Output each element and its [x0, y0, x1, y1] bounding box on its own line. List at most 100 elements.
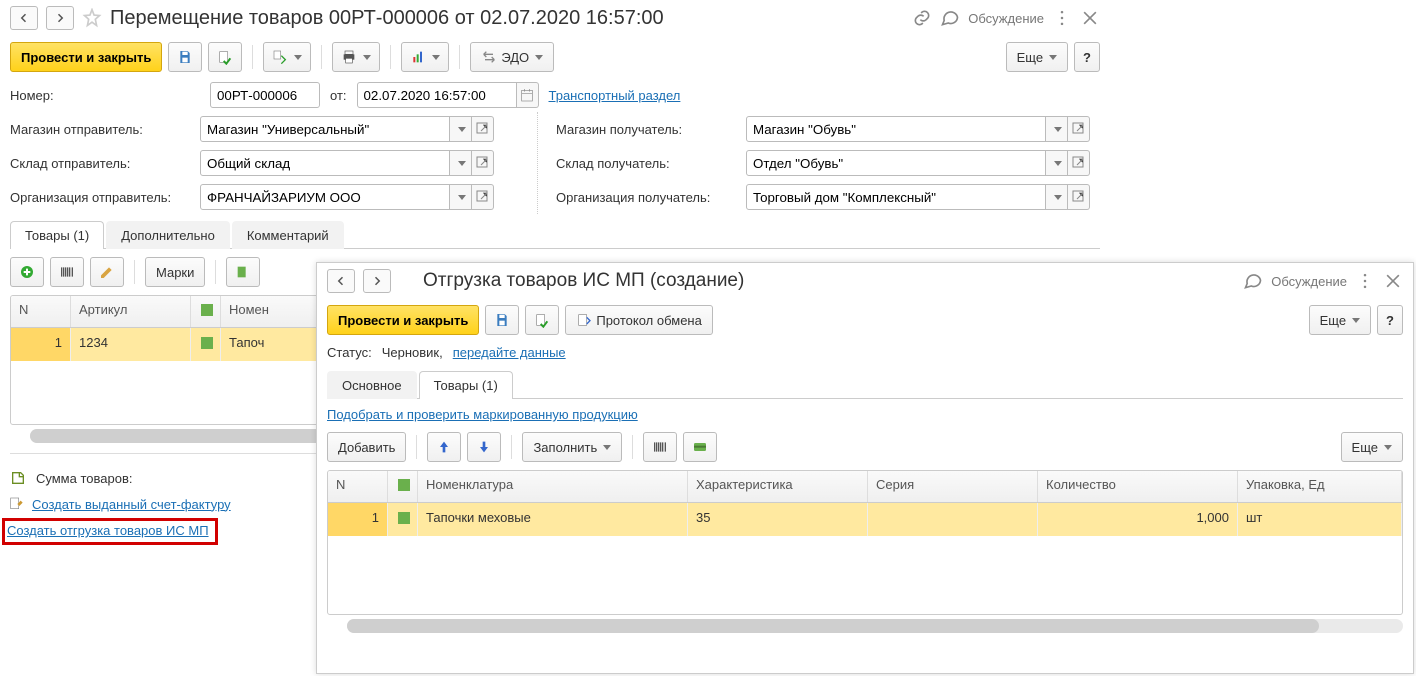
tab-main[interactable]: Основное: [327, 371, 417, 399]
post-button[interactable]: [525, 305, 559, 335]
more-button[interactable]: Еще: [1309, 305, 1371, 335]
recipient-store-input[interactable]: [746, 116, 1046, 142]
col-nomen[interactable]: Номенклатура: [418, 471, 688, 502]
kebab-menu-icon[interactable]: [1052, 8, 1072, 28]
separator: [459, 45, 460, 69]
col-char[interactable]: Характеристика: [688, 471, 868, 502]
post-and-close-button[interactable]: Провести и закрыть: [327, 305, 479, 335]
dropdown-icon[interactable]: [1046, 184, 1068, 210]
calendar-icon[interactable]: [517, 82, 539, 108]
save-button[interactable]: [485, 305, 519, 335]
exchange-protocol-button[interactable]: Протокол обмена: [565, 305, 713, 335]
titlebar: Отгрузка товаров ИС МП (создание) Обсужд…: [317, 263, 1413, 299]
link-icon[interactable]: [912, 8, 932, 28]
post-and-close-button[interactable]: Провести и закрыть: [10, 42, 162, 72]
transport-section-link[interactable]: Транспортный раздел: [549, 88, 681, 103]
pick-check-marked-link[interactable]: Подобрать и проверить маркированную прод…: [327, 407, 638, 422]
sender-store-label: Магазин отправитель:: [10, 122, 190, 137]
barcode-button[interactable]: [50, 257, 84, 287]
open-icon[interactable]: [1068, 150, 1090, 176]
date-input[interactable]: [357, 82, 517, 108]
col-qty[interactable]: Количество: [1038, 471, 1238, 502]
add-row-button[interactable]: [10, 257, 44, 287]
sender-wh-input[interactable]: [200, 150, 450, 176]
recipient-org-input[interactable]: [746, 184, 1046, 210]
discussion-label[interactable]: Обсуждение: [1271, 274, 1347, 289]
open-icon[interactable]: [1068, 116, 1090, 142]
nav-back-button[interactable]: [10, 6, 38, 30]
col-n[interactable]: N: [11, 296, 71, 327]
cell-n: 1: [328, 503, 388, 536]
tab-comment[interactable]: Комментарий: [232, 221, 344, 249]
dropdown-icon[interactable]: [450, 116, 472, 142]
discussion-icon[interactable]: [940, 8, 960, 28]
save-button[interactable]: [168, 42, 202, 72]
separator: [511, 435, 512, 459]
dropdown-icon[interactable]: [450, 184, 472, 210]
close-icon[interactable]: [1383, 271, 1403, 291]
status-action-link[interactable]: передайте данные: [453, 345, 566, 360]
fill-button[interactable]: Заполнить: [522, 432, 622, 462]
pencil-doc-icon[interactable]: [8, 496, 24, 512]
barcode-button[interactable]: [643, 432, 677, 462]
separator: [416, 435, 417, 459]
open-icon[interactable]: [472, 116, 494, 142]
dropdown-icon[interactable]: [450, 150, 472, 176]
horizontal-scrollbar[interactable]: [347, 619, 1403, 633]
print-button[interactable]: [332, 42, 380, 72]
move-down-button[interactable]: [467, 432, 501, 462]
discussion-icon[interactable]: [1243, 271, 1263, 291]
reports-button[interactable]: [401, 42, 449, 72]
close-icon[interactable]: [1080, 8, 1100, 28]
action-button[interactable]: [226, 257, 260, 287]
more-button[interactable]: Еще: [1006, 42, 1068, 72]
more-label: Еще: [1352, 440, 1378, 455]
nav-forward-button[interactable]: [46, 6, 74, 30]
edo-button[interactable]: ЭДО: [470, 42, 554, 72]
help-button[interactable]: ?: [1074, 42, 1100, 72]
separator: [215, 260, 216, 284]
post-button[interactable]: [208, 42, 242, 72]
nav-back-button[interactable]: [327, 269, 355, 293]
more-button[interactable]: Еще: [1341, 432, 1403, 462]
sender-store-input[interactable]: [200, 116, 450, 142]
help-button[interactable]: ?: [1377, 305, 1403, 335]
favorite-star-icon[interactable]: [82, 8, 102, 28]
create-invoice-link[interactable]: Создать выданный счет-фактуру: [32, 497, 231, 512]
col-article[interactable]: Артикул: [71, 296, 191, 327]
edit-button[interactable]: [90, 257, 124, 287]
col-pack[interactable]: Упаковка, Ед: [1238, 471, 1402, 502]
cell-n: 1: [11, 328, 71, 361]
separator: [252, 45, 253, 69]
add-button[interactable]: Добавить: [327, 432, 406, 462]
recipient-wh-input[interactable]: [746, 150, 1046, 176]
tab-goods[interactable]: Товары (1): [10, 221, 104, 249]
note-icon[interactable]: [10, 470, 26, 486]
open-icon[interactable]: [1068, 184, 1090, 210]
marks-button[interactable]: Марки: [145, 257, 205, 287]
discussion-label[interactable]: Обсуждение: [968, 11, 1044, 26]
col-n[interactable]: N: [328, 471, 388, 502]
nav-forward-button[interactable]: [363, 269, 391, 293]
card-button[interactable]: [683, 432, 717, 462]
dropdown-icon[interactable]: [1046, 116, 1068, 142]
tab-additional[interactable]: Дополнительно: [106, 221, 230, 249]
open-icon[interactable]: [472, 150, 494, 176]
table-row[interactable]: 1 Тапочки меховые 35 1,000 шт: [328, 503, 1402, 536]
date-input-group: [357, 82, 539, 108]
create-based-on-button[interactable]: [263, 42, 311, 72]
sender-org-input[interactable]: [200, 184, 450, 210]
col-series[interactable]: Серия: [868, 471, 1038, 502]
dropdown-icon[interactable]: [1046, 150, 1068, 176]
create-shipment-link[interactable]: Создать отгрузка товаров ИС МП: [7, 523, 209, 538]
number-input[interactable]: [210, 82, 320, 108]
move-up-button[interactable]: [427, 432, 461, 462]
kebab-menu-icon[interactable]: [1355, 271, 1375, 291]
number-date-row: Номер: от: Транспортный раздел: [0, 78, 1110, 112]
from-label: от:: [330, 88, 347, 103]
col-mark-icon: [191, 296, 221, 327]
shipment-window: Отгрузка товаров ИС МП (создание) Обсужд…: [316, 262, 1414, 674]
number-label: Номер:: [10, 88, 200, 103]
open-icon[interactable]: [472, 184, 494, 210]
tab-goods[interactable]: Товары (1): [419, 371, 513, 399]
